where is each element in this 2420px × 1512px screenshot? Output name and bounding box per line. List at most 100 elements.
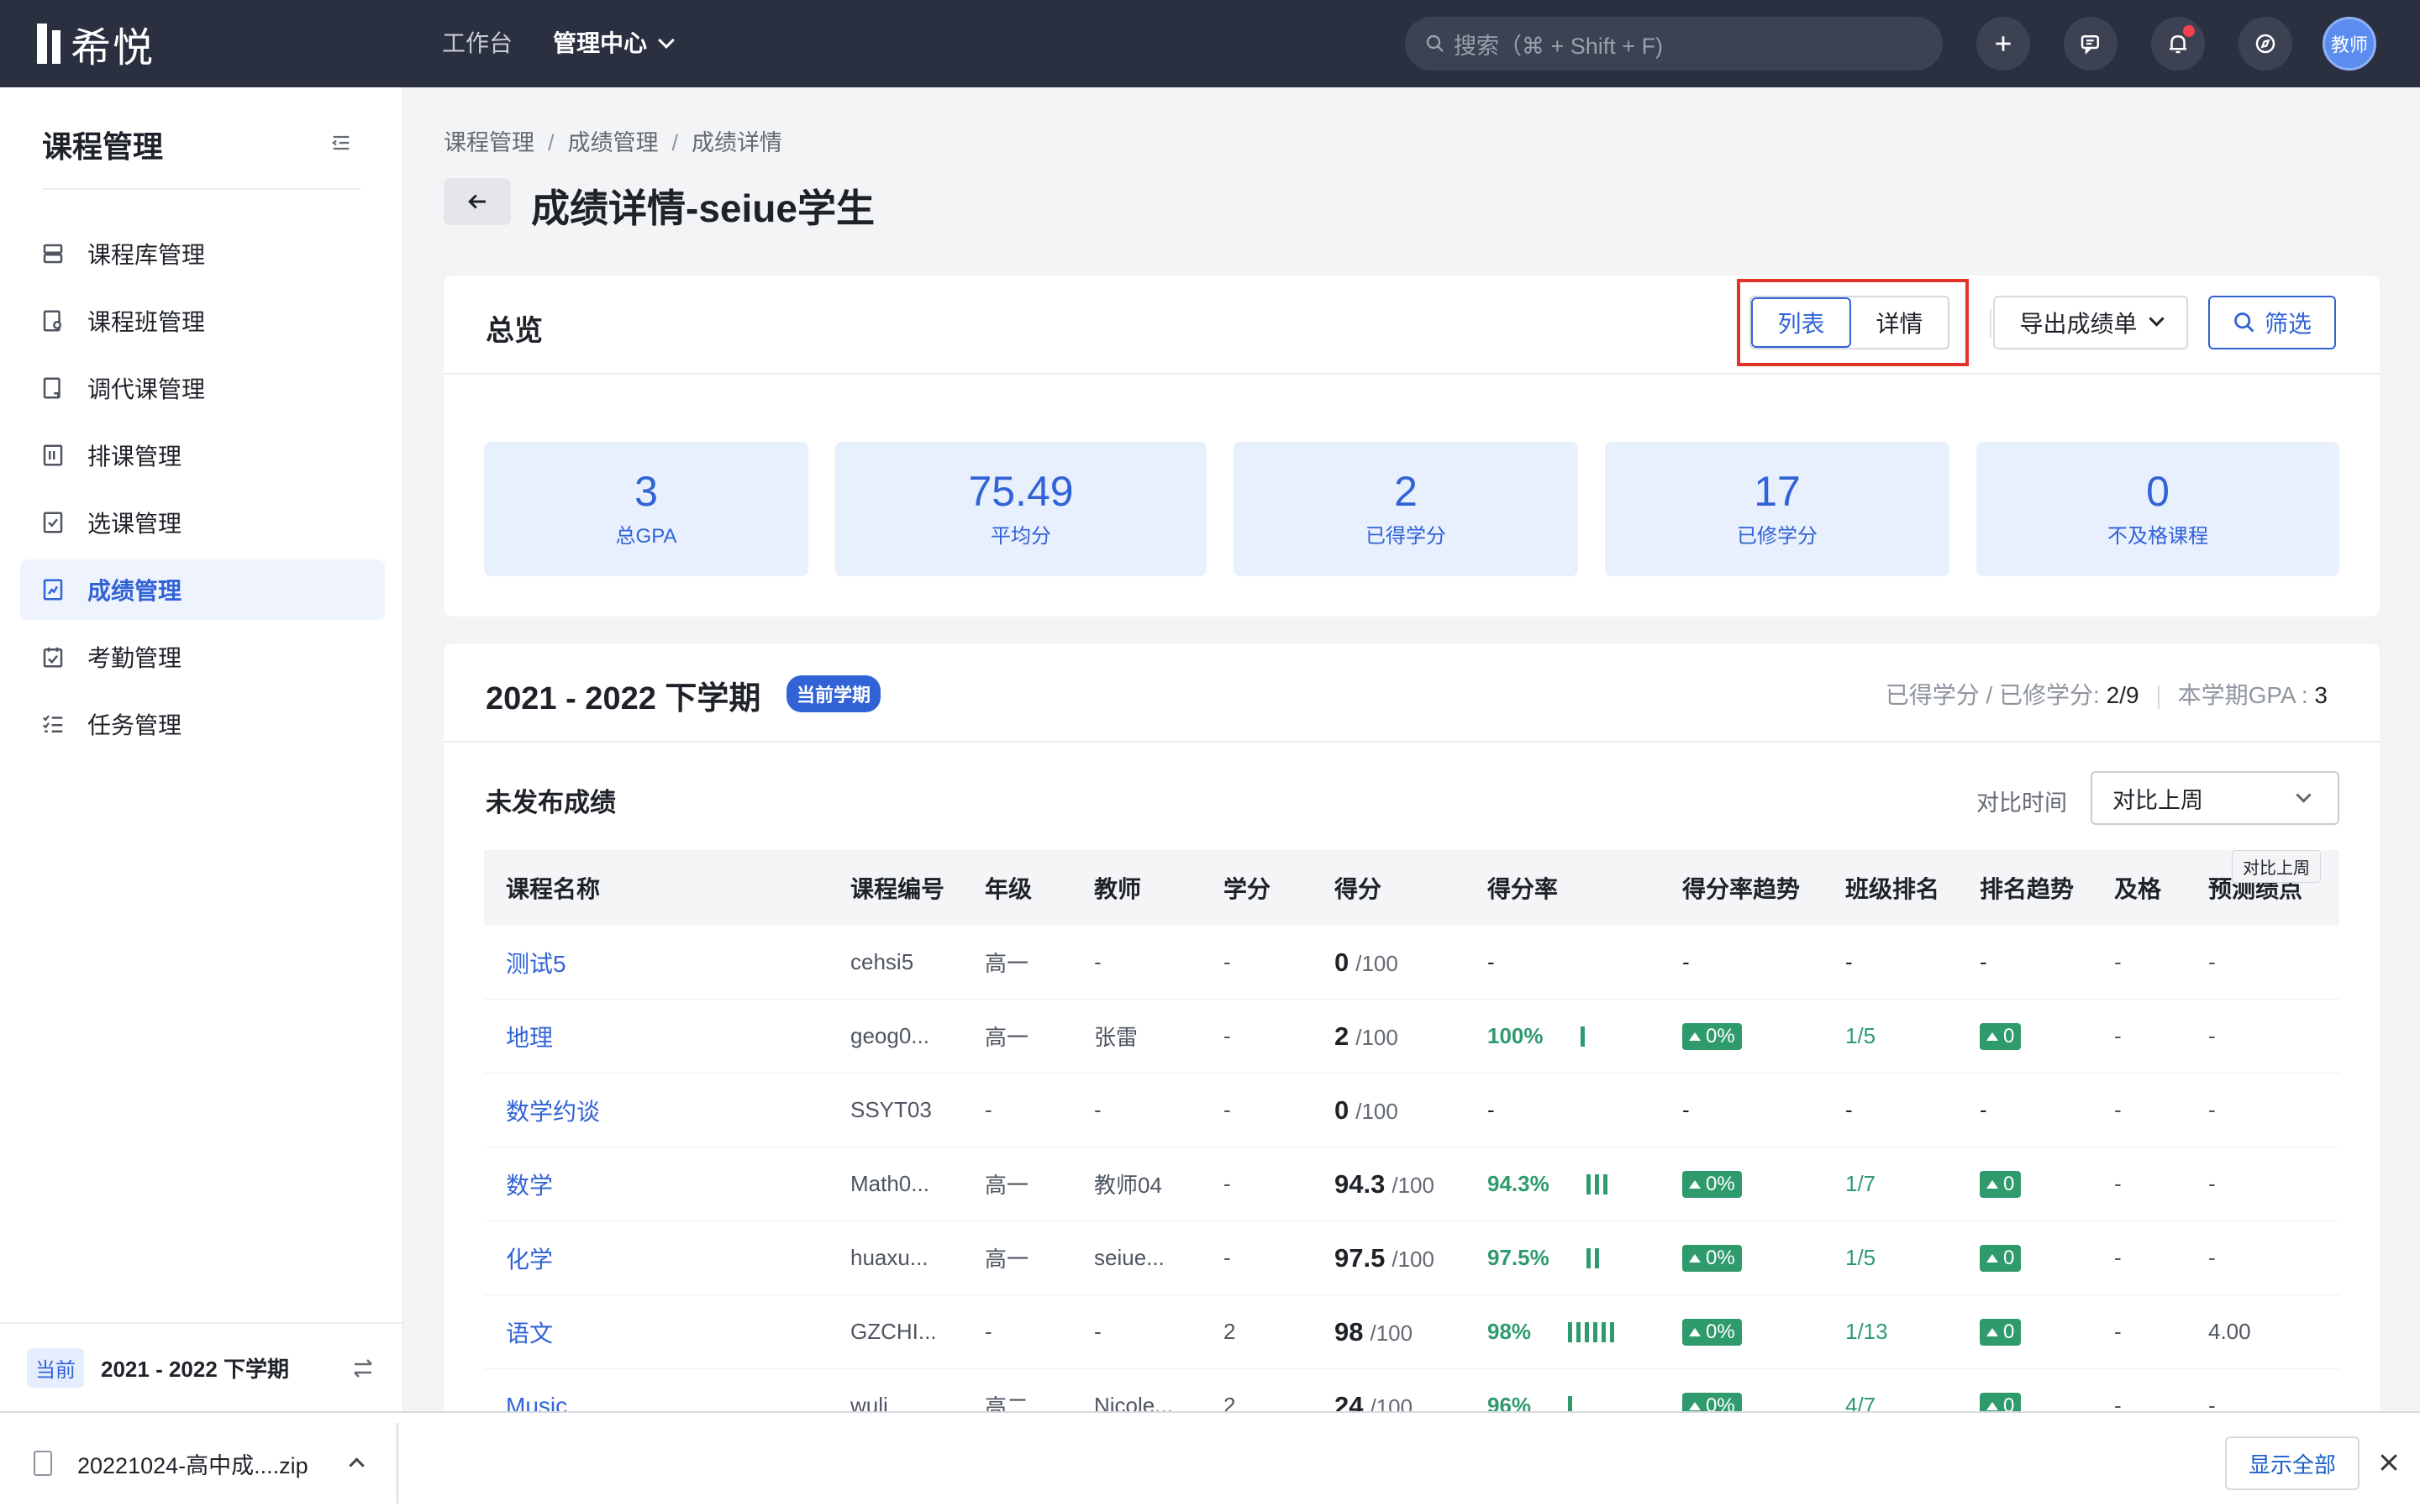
rate-trend-cell: - (1682, 1074, 1690, 1147)
app-logo[interactable]: 希悦 (37, 20, 155, 71)
trend-up-icon (1689, 1032, 1701, 1041)
detail-view-tab[interactable]: 详情 (1851, 297, 1948, 348)
column-header[interactable]: 课程编号 (850, 850, 944, 926)
pass-status: - (2114, 1023, 2122, 1048)
teacher-cell: - (1094, 1295, 1102, 1368)
grades-table: 课程名称 课程编号 年级 教师 学分 得分 得分率 得分率趋势 班级排名 排名趋… (484, 850, 2339, 1416)
show-all-downloads-button[interactable]: 显示全部 (2225, 1436, 2360, 1490)
course-code-cell: GZCHI... (850, 1295, 937, 1368)
table-row[interactable]: 化学 huaxu... 高一 seiue... - 97.5/100 97.5% 0% 1/5 0… (484, 1221, 2339, 1295)
sidebar-item-course-class[interactable]: 课程班管理 (20, 291, 385, 351)
rate-trend: 0% (1706, 1246, 1735, 1269)
teacher-name: - (1094, 1319, 1102, 1344)
course-name-link[interactable]: 化学 (506, 1242, 553, 1275)
nav-workbench[interactable]: 工作台 (442, 25, 513, 59)
column-header[interactable]: 学分 (1223, 850, 1270, 926)
course-name-link[interactable]: 语文 (506, 1315, 553, 1349)
app-switch-button[interactable] (2238, 17, 2292, 71)
score-rate-cell: 100% (1487, 1000, 1585, 1073)
table-row[interactable]: 地理 geog0... 高一 张雷 - 2/100 100% 0% 1/5 0 - - (484, 1000, 2339, 1074)
column-header[interactable]: 课程名称 (506, 850, 600, 926)
breadcrumb-course-management[interactable]: 课程管理 (444, 130, 534, 155)
sidebar-item-tasks[interactable]: 任务管理 (20, 694, 385, 754)
stat-failed-courses: 0 不及格课程 (1976, 442, 2339, 576)
table-row[interactable]: 数学约谈 SSYT03 - - - 0/100 - - - - - - (484, 1074, 2339, 1147)
credit-cell: - (1223, 1000, 1231, 1073)
global-search-input[interactable]: 搜索（⌘ + Shift + F) (1405, 17, 1943, 71)
column-header[interactable]: 得分率 (1487, 850, 1558, 926)
rate-bar (1576, 1321, 1581, 1342)
score-rate-cell: - (1487, 926, 1495, 999)
score-total: /100 (1355, 1098, 1398, 1124)
breadcrumb-grade-management[interactable]: 成绩管理 (568, 130, 659, 155)
pass-cell: - (2114, 1369, 2122, 1416)
grade-level-cell: - (985, 1074, 992, 1147)
download-divider (397, 1423, 398, 1504)
sidebar-item-label: 课程库管理 (87, 242, 206, 268)
course-name-link[interactable]: 数学 (506, 1168, 553, 1201)
export-transcript-button[interactable]: 导出成绩单 (1993, 296, 2188, 349)
sidebar-item-course-selection[interactable]: 选课管理 (20, 492, 385, 553)
chevron-up-icon[interactable] (349, 1457, 365, 1473)
predicted-gpa-cell: 4.00 (2208, 1295, 2251, 1368)
credit-cell: - (1223, 1221, 1231, 1294)
table-row[interactable]: Music wuli 高二 Nicole... 2 24/100 96% 0% 4/7 0 - - (484, 1369, 2339, 1416)
add-button[interactable] (1976, 17, 2030, 71)
column-header[interactable]: 教师 (1094, 850, 1141, 926)
trend-up-icon (1986, 1032, 1998, 1041)
term-grades-card: 2021 - 2022 下学期 当前学期 已得学分 / 已修学分: 2/9 本学期… (444, 643, 2380, 1416)
current-term-switcher[interactable]: 当前 2021 - 2022 下学期 (0, 1322, 403, 1411)
swap-icon[interactable] (350, 1356, 376, 1381)
rate-trend-badge: 0% (1682, 1244, 1742, 1272)
notifications-button[interactable] (2151, 17, 2205, 71)
grade-level: - (985, 1097, 992, 1122)
rank-trend-cell: 0 (1980, 1295, 2022, 1368)
course-code: SSYT03 (850, 1097, 932, 1122)
rate-trend: 0% (1706, 1024, 1735, 1047)
list-view-tab[interactable]: 列表 (1751, 297, 1851, 348)
predicted-gpa: - (2208, 1171, 2216, 1196)
teacher-name: seiue... (1094, 1245, 1165, 1270)
course-name-link[interactable]: 数学约谈 (506, 1094, 600, 1127)
nav-management-center[interactable]: 管理中心 (553, 25, 675, 59)
collapse-sidebar-icon[interactable] (329, 131, 353, 155)
class-rank: - (1845, 949, 1853, 974)
table-row[interactable]: 语文 GZCHI... - - 2 98/100 98% 0% 1/13 0 - 4.00 (484, 1295, 2339, 1369)
filter-button[interactable]: 筛选 (2208, 296, 2336, 349)
sidebar-item-scheduling[interactable]: 排课管理 (20, 425, 385, 486)
sidebar-item-grades[interactable]: 成绩管理 (20, 559, 385, 620)
table-row[interactable]: 测试5 cehsi5 高一 - - 0/100 - - - - - - (484, 926, 2339, 1000)
browser-download-bar: 20221024-高中成....zip 显示全部 (0, 1411, 2420, 1512)
logo-mark-icon (37, 24, 60, 64)
column-header[interactable]: 得分率趋势 (1682, 850, 1800, 926)
compare-time-select[interactable]: 对比上周 (2091, 771, 2339, 825)
back-button[interactable] (444, 178, 511, 225)
column-header[interactable]: 得分 (1334, 850, 1381, 926)
grade-level-cell: 高一 (985, 1147, 1028, 1221)
course-name-cell: 数学约谈 (506, 1074, 600, 1147)
course-name-link[interactable]: 地理 (506, 1020, 553, 1053)
table-row[interactable]: 数学 Math0... 高一 教师04 - 94.3/100 94.3% 0% 1/7 0 - - (484, 1147, 2339, 1221)
grade-level: - (985, 1319, 992, 1344)
sidebar-item-attendance[interactable]: 考勤管理 (20, 627, 385, 687)
column-header[interactable]: 排名趋势 (1980, 850, 2074, 926)
course-name-link[interactable]: 测试5 (506, 946, 566, 979)
teacher-name: 教师04 (1094, 1173, 1162, 1198)
close-icon[interactable] (2376, 1450, 2402, 1475)
download-item[interactable]: 20221024-高中成....zip (34, 1431, 395, 1495)
predicted-gpa: - (2208, 1097, 2216, 1122)
class-rank: 1/13 (1845, 1319, 1888, 1344)
course-name-cell: 化学 (506, 1221, 553, 1294)
score-total: /100 (1392, 1246, 1434, 1272)
user-avatar[interactable]: 教师 (2323, 17, 2376, 71)
column-header[interactable]: 年级 (985, 850, 1032, 926)
column-header[interactable]: 班级排名 (1845, 850, 1939, 926)
sidebar-item-course-library[interactable]: 课程库管理 (20, 223, 385, 284)
score-value: 2 (1334, 1021, 1349, 1051)
score-total: /100 (1392, 1172, 1434, 1198)
column-header[interactable]: 及格 (2114, 850, 2161, 926)
sidebar-item-substitute[interactable]: 调代课管理 (20, 358, 385, 418)
sidebar-divider (42, 188, 361, 190)
messages-button[interactable] (2064, 17, 2118, 71)
file-icon (34, 1451, 52, 1476)
